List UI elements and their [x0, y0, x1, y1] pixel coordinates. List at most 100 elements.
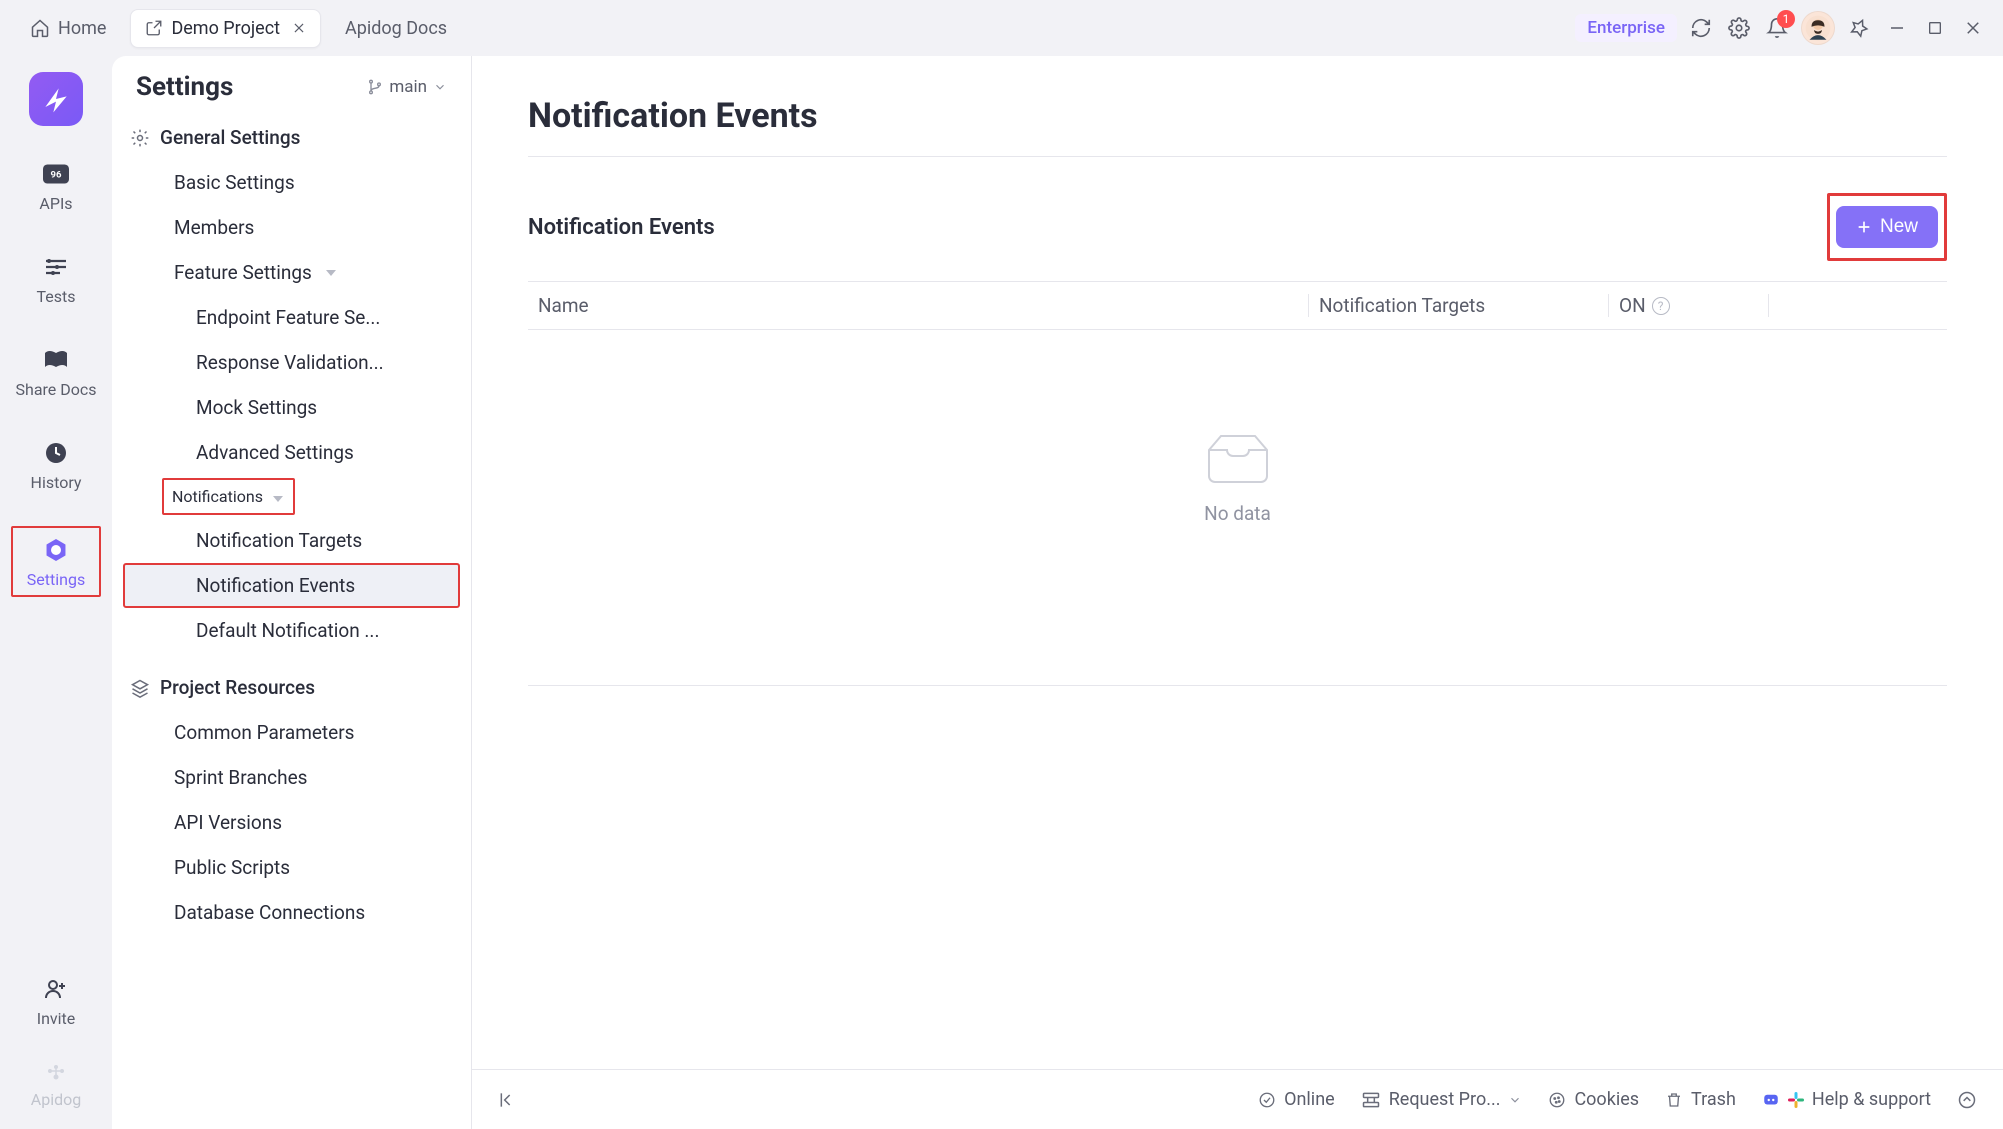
nav-public-scripts[interactable]: Public Scripts [124, 846, 459, 889]
settings-sidebar: Settings main General Settings Basic Set… [112, 56, 472, 1129]
minimize-icon[interactable] [1883, 14, 1911, 42]
new-button[interactable]: New [1836, 206, 1938, 248]
nav-mock-settings[interactable]: Mock Settings [124, 386, 459, 429]
table-header: Name Notification Targets ON ? [528, 281, 1947, 330]
rail-label: Share Docs [16, 380, 97, 399]
avatar[interactable] [1801, 11, 1835, 45]
new-button-label: New [1880, 216, 1918, 238]
col-targets: Notification Targets [1308, 294, 1608, 317]
tab-docs[interactable]: Apidog Docs [331, 10, 461, 47]
home-icon [30, 18, 50, 38]
nav-feature-settings[interactable]: Feature Settings [124, 251, 459, 294]
caret-down-icon [326, 270, 336, 276]
check-circle-icon [1258, 1091, 1276, 1109]
status-cookies[interactable]: Cookies [1548, 1089, 1639, 1110]
nav-api-versions[interactable]: API Versions [124, 801, 459, 844]
status-help[interactable]: Help & support [1762, 1089, 1931, 1110]
invite-icon [42, 975, 70, 1003]
scroll-top-icon[interactable] [1957, 1090, 1977, 1110]
nav-basic-settings[interactable]: Basic Settings [124, 161, 459, 204]
proxy-icon [1361, 1091, 1381, 1109]
rail-label: Tests [36, 287, 75, 306]
rail-label: Settings [27, 570, 85, 589]
nav-label: Notifications [172, 487, 263, 506]
nav-common-parameters[interactable]: Common Parameters [124, 711, 459, 754]
divider [528, 685, 1947, 686]
tab-home-label: Home [58, 18, 106, 39]
section-project-resources: Project Resources [112, 666, 471, 709]
rail-label: History [31, 473, 82, 492]
status-cookies-label: Cookies [1574, 1089, 1639, 1110]
chevron-down-icon [1508, 1093, 1522, 1107]
close-icon[interactable] [292, 21, 306, 35]
topbar: Home Demo Project Apidog Docs Enterprise… [0, 0, 2003, 56]
nav-endpoint-feature[interactable]: Endpoint Feature Se... [124, 296, 459, 339]
nav-response-validation[interactable]: Response Validation... [124, 341, 459, 384]
pin-icon[interactable] [1845, 14, 1873, 42]
col-on: ON ? [1608, 294, 1768, 317]
col-actions [1768, 294, 1947, 317]
status-request-proxy[interactable]: Request Pro... [1361, 1089, 1523, 1110]
rail-item-history[interactable]: History [11, 433, 101, 498]
section-pr-label: Project Resources [160, 676, 315, 699]
status-online-label: Online [1284, 1089, 1335, 1110]
branch-selector[interactable]: main [367, 77, 447, 97]
collapse-sidebar-icon[interactable] [498, 1090, 518, 1110]
maximize-icon[interactable] [1921, 14, 1949, 42]
empty-box-icon [1203, 430, 1273, 486]
rail-item-apis[interactable]: 96 APIs [11, 154, 101, 219]
tab-home[interactable]: Home [16, 10, 120, 47]
nav-notifications[interactable]: Notifications [162, 478, 295, 515]
main-area: Notification Events Notification Events … [472, 56, 2003, 1129]
status-proxy-label: Request Pro... [1389, 1089, 1501, 1110]
tab-project[interactable]: Demo Project [130, 9, 321, 48]
cookie-icon [1548, 1091, 1566, 1109]
statusbar: Online Request Pro... Cookies Trash [472, 1069, 2003, 1129]
window-close-icon[interactable] [1959, 14, 1987, 42]
tab-project-label: Demo Project [171, 18, 280, 39]
nav-notification-events[interactable]: Notification Events [124, 564, 459, 607]
git-branch-icon [367, 79, 383, 95]
rail-item-settings[interactable]: Settings [11, 526, 101, 597]
bell-icon[interactable]: 1 [1763, 14, 1791, 42]
new-button-highlight: New [1827, 193, 1947, 261]
tests-icon [42, 253, 70, 281]
nav-members[interactable]: Members [124, 206, 459, 249]
nav-database-connections[interactable]: Database Connections [124, 891, 459, 934]
slack-icon [1788, 1092, 1804, 1108]
status-online[interactable]: Online [1258, 1089, 1335, 1110]
nav-notification-targets[interactable]: Notification Targets [124, 519, 459, 562]
nav-advanced-settings[interactable]: Advanced Settings [124, 431, 459, 474]
col-on-label: ON [1619, 294, 1646, 317]
refresh-icon[interactable] [1687, 14, 1715, 42]
gear-icon[interactable] [1725, 14, 1753, 42]
plus-icon [1856, 219, 1872, 235]
rail-item-invite[interactable]: Invite [11, 969, 101, 1034]
status-trash[interactable]: Trash [1665, 1089, 1736, 1110]
rail-item-share-docs[interactable]: Share Docs [11, 340, 101, 405]
section-title: Notification Events [528, 215, 715, 240]
layers-icon [130, 678, 150, 698]
logo[interactable] [29, 72, 83, 126]
nav-label: Feature Settings [174, 261, 312, 284]
caret-down-icon [273, 496, 283, 502]
nav-sprint-branches[interactable]: Sprint Branches [124, 756, 459, 799]
col-name: Name [528, 294, 1308, 317]
tab-docs-label: Apidog Docs [345, 18, 447, 39]
trash-icon [1665, 1091, 1683, 1109]
chevron-down-icon [433, 80, 447, 94]
help-icon[interactable]: ? [1652, 297, 1670, 315]
status-help-label: Help & support [1812, 1089, 1931, 1110]
rail-item-tests[interactable]: Tests [11, 247, 101, 312]
notif-badge: 1 [1777, 10, 1795, 28]
nav-default-notification[interactable]: Default Notification ... [124, 609, 459, 652]
brand-label: Apidog [31, 1090, 81, 1109]
enterprise-badge[interactable]: Enterprise [1575, 14, 1677, 42]
gear-small-icon [130, 128, 150, 148]
discord-icon [1762, 1091, 1780, 1109]
section-general-label: General Settings [160, 126, 300, 149]
share-docs-icon [42, 346, 70, 374]
rail-label: APIs [39, 194, 72, 213]
branch-label: main [389, 77, 427, 97]
status-trash-label: Trash [1691, 1089, 1736, 1110]
